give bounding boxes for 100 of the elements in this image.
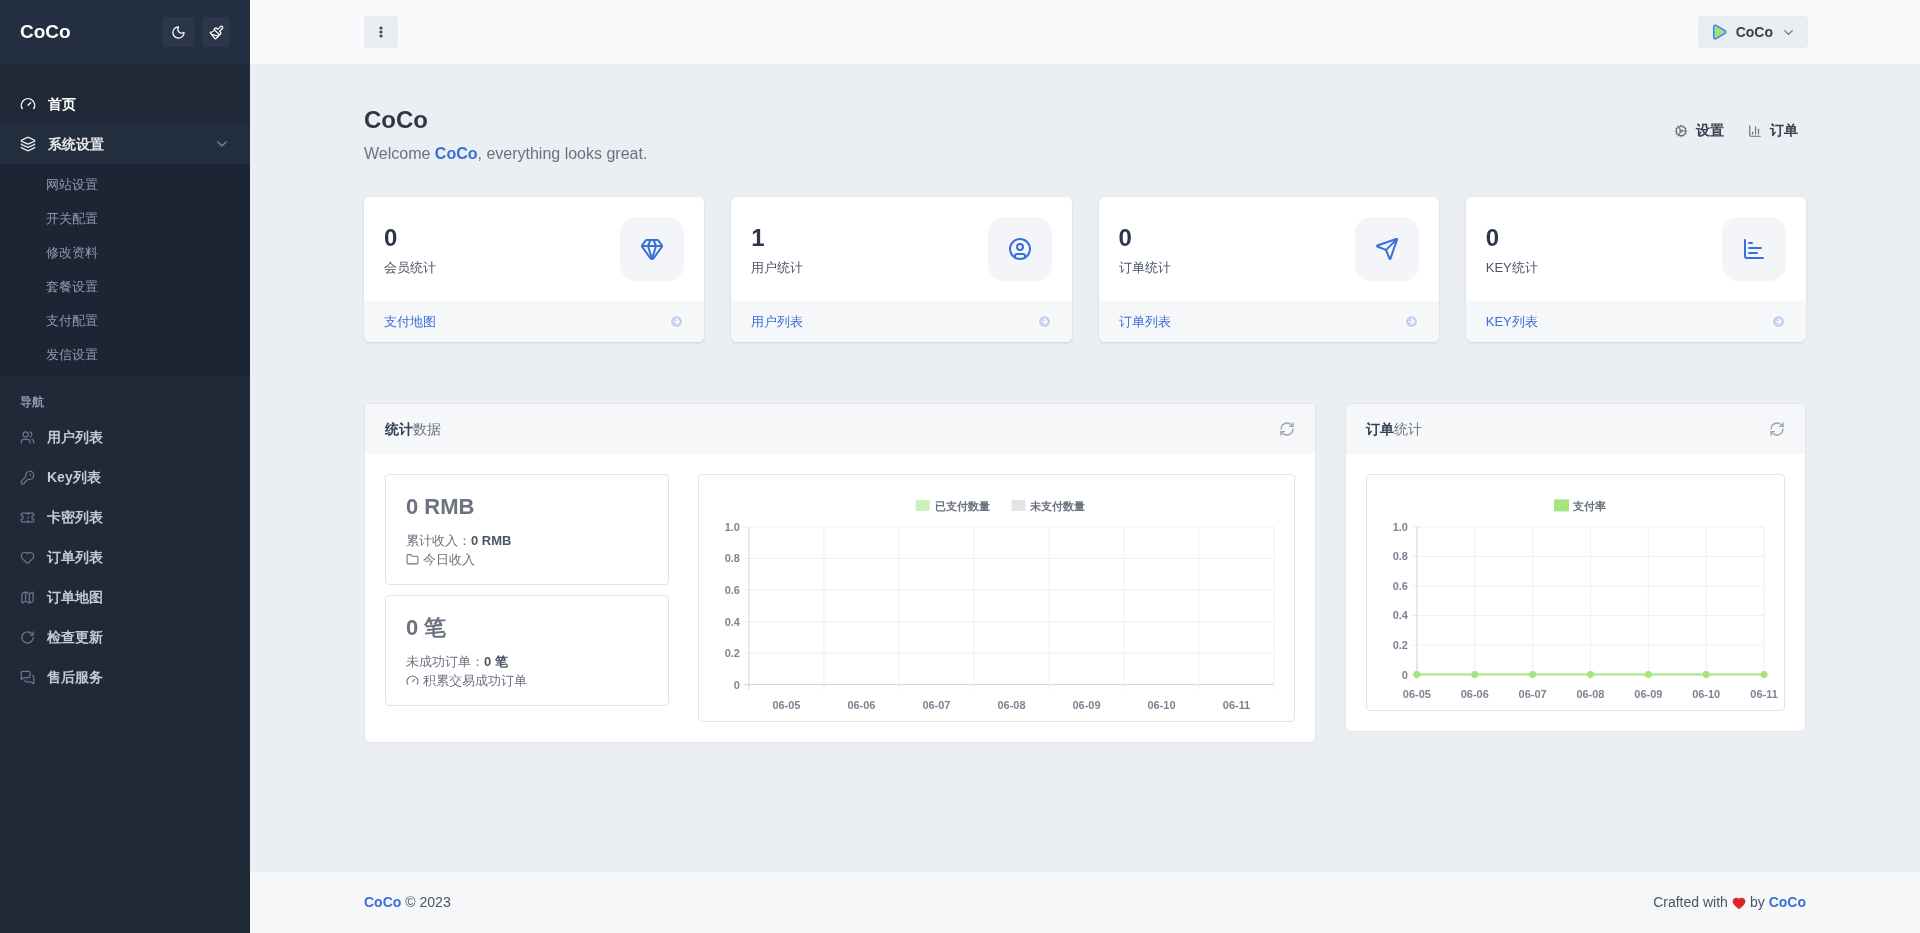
refresh-icon [20,629,35,645]
user-menu-button[interactable]: CoCo [1697,16,1808,48]
x-tick-label: 06-11 [1750,688,1778,701]
more-icon [379,26,383,38]
heart-icon [20,549,35,565]
page-title: CoCo [364,105,429,135]
layers-icon [20,136,36,152]
gauge-icon [406,674,419,688]
nav-item[interactable]: Key列表 [0,457,250,497]
more-button[interactable] [364,16,398,48]
submenu-item[interactable]: 支付配置 [0,304,250,338]
y-tick-label: 1.0 [1392,520,1408,533]
stat-label: 会员统计 [384,259,436,278]
diamond-icon [640,237,665,261]
stat-value: 0 [1118,223,1133,254]
paint-button[interactable] [202,17,230,47]
panel-title: 订单统计 [1366,419,1422,439]
x-tick-label: 06-10 [1147,698,1176,711]
copyright-text: © 2023 [405,893,451,912]
summary-note: 积累交易成功订单 [423,672,527,690]
x-tick-label: 06-10 [1692,688,1721,701]
submenu-item[interactable]: 修改资料 [0,236,250,270]
gauge-icon [20,96,36,112]
summary-detail: 未成功订单：0 笔 [406,652,509,671]
submenu-item[interactable]: 套餐设置 [0,270,250,304]
data-point [1471,671,1479,678]
submenu-item[interactable]: 发信设置 [0,338,250,372]
data-point [1529,671,1537,678]
brush-icon [208,24,224,40]
nav-item[interactable]: 卡密列表 [0,497,250,537]
legend-item[interactable]: 已支付数量 [915,499,990,512]
panel-title: 统计数据 [385,419,441,439]
nav-item[interactable]: 检查更新 [0,617,250,657]
legend-label: 未支付数量 [1029,499,1086,512]
nav-item[interactable]: 用户列表 [0,417,250,457]
y-tick-label: 0.6 [724,584,740,596]
nav-item[interactable]: 售后服务 [0,657,250,697]
y-tick-label: 0.4 [724,615,740,628]
key-icon [20,469,35,485]
x-tick-label: 06-05 [1402,688,1431,701]
y-tick-label: 0.2 [1392,638,1408,651]
legend-item[interactable]: 未支付数量 [1011,499,1086,512]
credit-text: by [1749,893,1765,912]
menu-item[interactable]: 首页 [0,84,250,124]
x-tick-label: 06-08 [997,698,1026,711]
card-footer-link[interactable]: 支付地图 [364,301,705,342]
user-link[interactable]: CoCo [434,145,478,162]
section-heading: 导航 [19,394,45,411]
y-tick-label: 0.8 [1392,550,1408,563]
stat-label: 订单统计 [1118,259,1171,278]
paper-plane-icon [1374,237,1399,261]
user-circle-icon [1007,237,1032,261]
footer-link[interactable]: CoCo [1768,892,1806,913]
summary-value: 0 RMB [406,492,476,521]
data-point [1413,671,1421,678]
data-point [1760,671,1768,678]
theme-toggle-button[interactable] [162,17,194,47]
y-tick-label: 0 [1401,668,1408,681]
data-point [1702,671,1710,678]
stat-value: 0 [384,223,399,254]
stat-value: 0 [1485,223,1501,254]
footer-link[interactable]: CoCo [364,892,402,913]
nav-item[interactable]: 订单地图 [0,577,250,617]
legend-item[interactable]: 支付率 [1554,499,1607,512]
gears-icon [1674,123,1688,138]
ticket-icon [20,509,35,525]
refresh-icon [1279,421,1295,437]
submenu-item[interactable]: 开关配置 [0,202,250,236]
welcome-text: Welcome CoCo, everything looks great. [364,144,648,164]
x-tick-label: 06-09 [1072,698,1101,711]
refresh-button[interactable] [1279,421,1295,437]
submenu-item[interactable]: 网站设置 [0,168,250,202]
y-tick-label: 0 [733,678,740,691]
stat-value: 1 [751,223,766,254]
bar-chart-icon [1742,237,1766,261]
y-tick-label: 0.8 [724,552,740,565]
menu-item[interactable]: 系统设置 [0,124,250,164]
card-footer-link[interactable]: KEY列表 [1465,301,1806,342]
heart-icon [1731,895,1746,910]
x-tick-label: 06-06 [847,698,876,711]
chat-icon [20,669,35,685]
legend-label: 支付率 [1572,499,1607,512]
stat-label: KEY统计 [1485,259,1538,278]
action-link[interactable]: 订单 [1748,120,1798,141]
y-tick-label: 0.2 [724,647,740,660]
x-tick-label: 06-07 [922,698,951,711]
refresh-button[interactable] [1769,421,1785,437]
stat-label: 用户统计 [751,259,804,278]
card-footer-link[interactable]: 用户列表 [731,301,1072,342]
summary-value: 0 笔 [406,613,448,642]
y-tick-label: 0.6 [1392,579,1408,592]
summary-note: 今日收入 [423,551,475,569]
y-tick-label: 0.4 [1392,609,1408,622]
x-tick-label: 06-06 [1460,688,1489,701]
map-icon [20,589,35,605]
nav-item[interactable]: 订单列表 [0,537,250,577]
action-link[interactable]: 设置 [1674,120,1724,141]
card-footer-link[interactable]: 订单列表 [1098,301,1439,342]
bar-chart-icon [1748,123,1762,138]
x-tick-label: 06-07 [1518,688,1547,701]
